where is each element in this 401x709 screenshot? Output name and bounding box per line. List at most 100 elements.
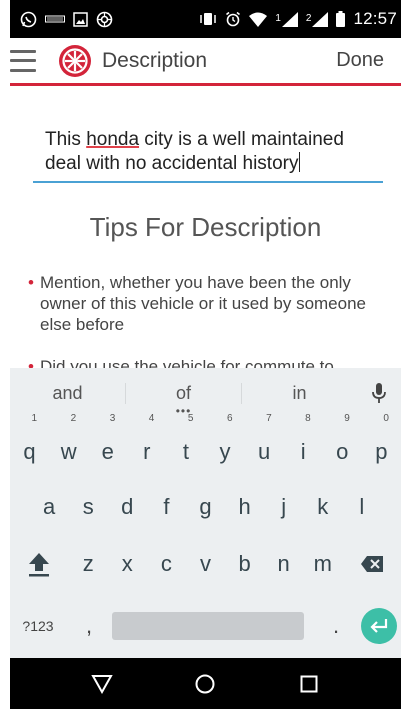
- suggestion-2[interactable]: of •••: [125, 382, 242, 418]
- soft-keyboard: and of ••• in 1q 2w 3e 4r 5t 6y 7u 8i 9o…: [10, 368, 401, 658]
- key-hint: 6: [226, 413, 233, 424]
- key-v[interactable]: v: [186, 540, 225, 588]
- recents-icon[interactable]: [294, 669, 324, 699]
- key-label: q: [23, 439, 36, 464]
- key-hint: 0: [383, 413, 389, 424]
- symbols-key[interactable]: ?123: [10, 618, 66, 634]
- key-j[interactable]: j: [264, 483, 303, 531]
- key-label: o: [336, 439, 349, 464]
- navigation-bar: [10, 658, 401, 709]
- key-h[interactable]: h: [225, 483, 264, 531]
- status-left: [20, 11, 113, 28]
- key-c[interactable]: c: [147, 540, 186, 588]
- enter-key[interactable]: [361, 608, 397, 644]
- period-key[interactable]: .: [314, 613, 358, 639]
- space-bar[interactable]: [112, 612, 304, 640]
- key-hint: 3: [109, 413, 116, 424]
- page-title: Description: [102, 48, 208, 72]
- key-i[interactable]: 8i: [284, 414, 323, 476]
- key-label: e: [101, 439, 114, 464]
- tip-text: Mention, whether you have been the only …: [40, 273, 367, 334]
- suggestion-1[interactable]: and: [10, 383, 125, 404]
- sim1-label: 1: [275, 13, 281, 24]
- suggestion-strip: and of ••• in: [10, 368, 401, 418]
- key-e[interactable]: 3e: [88, 414, 127, 476]
- key-row-3: z x c v b n m: [10, 540, 401, 588]
- status-bar: 1 2 12:57: [10, 0, 401, 38]
- key-l[interactable]: l: [342, 483, 381, 531]
- key-z[interactable]: z: [69, 540, 108, 588]
- key-s[interactable]: s: [69, 483, 108, 531]
- row-spacer: [381, 483, 401, 531]
- sim2-label: 2: [305, 13, 312, 24]
- status-time: 12:57: [353, 9, 397, 28]
- settings-icon: [96, 11, 113, 28]
- key-hint: 2: [70, 413, 77, 424]
- key-label: p: [375, 439, 388, 464]
- shift-key[interactable]: [10, 540, 69, 588]
- gallery-icon: [73, 11, 88, 27]
- key-x[interactable]: x: [108, 540, 147, 588]
- signal-icon-sim1: 1: [275, 11, 298, 27]
- screen: 1 2 12:57 Description Done This honda ci…: [10, 0, 401, 709]
- key-hint: 5: [187, 413, 194, 424]
- key-r[interactable]: 4r: [127, 414, 166, 476]
- key-q[interactable]: 1q: [10, 414, 49, 476]
- comma-key[interactable]: ,: [66, 613, 112, 639]
- key-label: u: [257, 439, 271, 464]
- key-n[interactable]: n: [264, 540, 303, 588]
- app-header: Description Done: [10, 38, 401, 86]
- key-a[interactable]: a: [30, 483, 69, 531]
- whatsapp-icon: [20, 11, 37, 28]
- description-text: This honda city is a well maintained dea…: [33, 128, 383, 176]
- key-label: t: [182, 439, 189, 464]
- key-p[interactable]: 0p: [362, 414, 401, 476]
- key-k[interactable]: k: [303, 483, 342, 531]
- key-label: w: [60, 439, 77, 464]
- key-m[interactable]: m: [303, 540, 342, 588]
- key-hint: 7: [266, 413, 272, 424]
- home-icon[interactable]: [190, 669, 220, 699]
- menu-line: [10, 49, 36, 53]
- key-row-bottom: ?123 , .: [10, 604, 401, 648]
- status-right: 1 2 12:57: [199, 9, 397, 29]
- menu-line: [10, 59, 36, 62]
- key-hint: 4: [148, 413, 155, 424]
- key-label: i: [300, 439, 306, 464]
- alarm-icon: [225, 11, 241, 27]
- app-logo: [58, 44, 92, 78]
- key-row-1: 1q 2w 3e 4r 5t 6y 7u 8i 9o 0p: [10, 414, 401, 476]
- key-b[interactable]: b: [225, 540, 264, 588]
- battery-icon: [336, 11, 346, 27]
- menu-line: [10, 68, 36, 72]
- suggestion-3[interactable]: in: [242, 383, 357, 404]
- tip-item: • Mention, whether you have been the onl…: [28, 272, 390, 335]
- key-o[interactable]: 9o: [323, 414, 362, 476]
- key-label: y: [219, 439, 231, 464]
- key-w[interactable]: 2w: [49, 414, 88, 476]
- row-spacer: [10, 483, 30, 531]
- backspace-key[interactable]: [342, 540, 401, 588]
- done-button[interactable]: Done: [336, 49, 384, 72]
- key-hint: 1: [31, 413, 38, 424]
- key-f[interactable]: f: [147, 483, 186, 531]
- text-cursor: [299, 152, 301, 172]
- menu-icon[interactable]: [10, 49, 36, 72]
- ndtv-icon: [45, 13, 65, 25]
- key-label: r: [143, 439, 151, 464]
- vibrate-icon: [199, 12, 217, 26]
- key-u[interactable]: 7u: [245, 414, 284, 476]
- mic-icon[interactable]: [357, 382, 401, 404]
- key-t[interactable]: 5t: [166, 414, 205, 476]
- key-row-2: a s d f g h j k l: [10, 483, 401, 531]
- key-g[interactable]: g: [186, 483, 225, 531]
- suggestion-2-label: of: [175, 382, 191, 403]
- back-icon[interactable]: [87, 669, 117, 699]
- bullet-icon: •: [28, 273, 34, 292]
- misspelled-word[interactable]: honda: [86, 129, 139, 150]
- key-d[interactable]: d: [108, 483, 147, 531]
- tips-title: Tips For Description: [89, 212, 322, 242]
- description-input[interactable]: This honda city is a well maintained dea…: [33, 128, 383, 183]
- key-y[interactable]: 6y: [205, 414, 244, 476]
- description-text-start: This: [45, 129, 87, 150]
